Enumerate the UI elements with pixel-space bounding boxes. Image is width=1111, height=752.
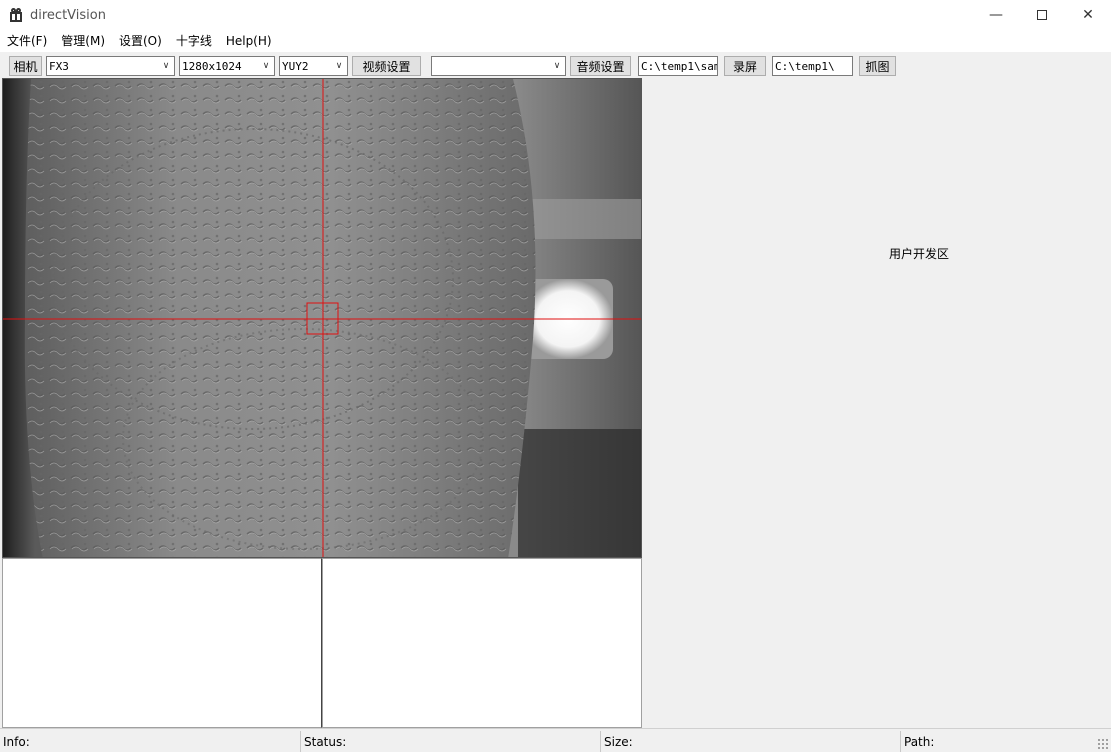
chevron-down-icon: ∨ [553,61,561,71]
window-controls: — ✕ [973,0,1111,30]
audio-device-select[interactable]: ∨ [431,56,566,76]
video-settings-button[interactable]: 视频设置 [352,56,421,76]
status-path: Path: [900,731,1096,752]
close-button[interactable]: ✕ [1065,0,1111,30]
record-path-input[interactable]: C:\temp1\samp [638,56,718,76]
menu-help[interactable]: Help(H) [219,30,279,52]
menu-crosshair[interactable]: 十字线 [169,30,219,52]
lower-right-panel [322,558,642,728]
maximize-icon [1037,10,1047,20]
capture-path-input[interactable]: C:\temp1\ [772,56,853,76]
camera-select-value: FX3 [49,59,69,73]
camera-select[interactable]: FX3 ∨ [46,56,175,76]
close-icon: ✕ [1082,7,1094,23]
status-size: Size: [600,731,900,752]
resize-grip[interactable] [1097,738,1109,750]
status-info: Info: [3,735,30,749]
status-bar: Info: Status: Size: Path: [0,728,1111,752]
minimize-button[interactable]: — [973,0,1019,30]
chevron-down-icon: ∨ [335,61,343,71]
menu-file[interactable]: 文件(F) [0,30,54,52]
video-frame [3,79,641,557]
maximize-button[interactable] [1019,0,1065,30]
resolution-select-value: 1280x1024 [182,59,242,73]
user-development-area: 用户开发区 [642,78,1111,728]
format-select[interactable]: YUY2 ∨ [279,56,348,76]
menu-manage[interactable]: 管理(M) [54,30,112,52]
window-title: directVision [30,7,106,23]
user-area-label: 用户开发区 [889,247,950,261]
resolution-select[interactable]: 1280x1024 ∨ [179,56,275,76]
chevron-down-icon: ∨ [162,61,170,71]
format-select-value: YUY2 [282,59,309,73]
lower-left-panel [2,558,322,728]
camera-button[interactable]: 相机 [9,56,42,76]
gift-icon [9,8,23,22]
capture-button[interactable]: 抓图 [859,56,896,76]
video-preview[interactable] [2,78,642,558]
record-button[interactable]: 录屏 [724,56,766,76]
audio-settings-button[interactable]: 音频设置 [570,56,631,76]
toolbar: 相机 FX3 ∨ 1280x1024 ∨ YUY2 ∨ 视频设置 ∨ 音频设置 … [0,52,1111,78]
title-bar[interactable]: directVision — ✕ [0,0,1111,30]
minimize-icon: — [989,7,1003,23]
menu-bar: 文件(F) 管理(M) 设置(O) 十字线 Help(H) [0,30,1111,52]
status-status: Status: [300,731,600,752]
chevron-down-icon: ∨ [262,61,270,71]
menu-settings[interactable]: 设置(O) [112,30,169,52]
